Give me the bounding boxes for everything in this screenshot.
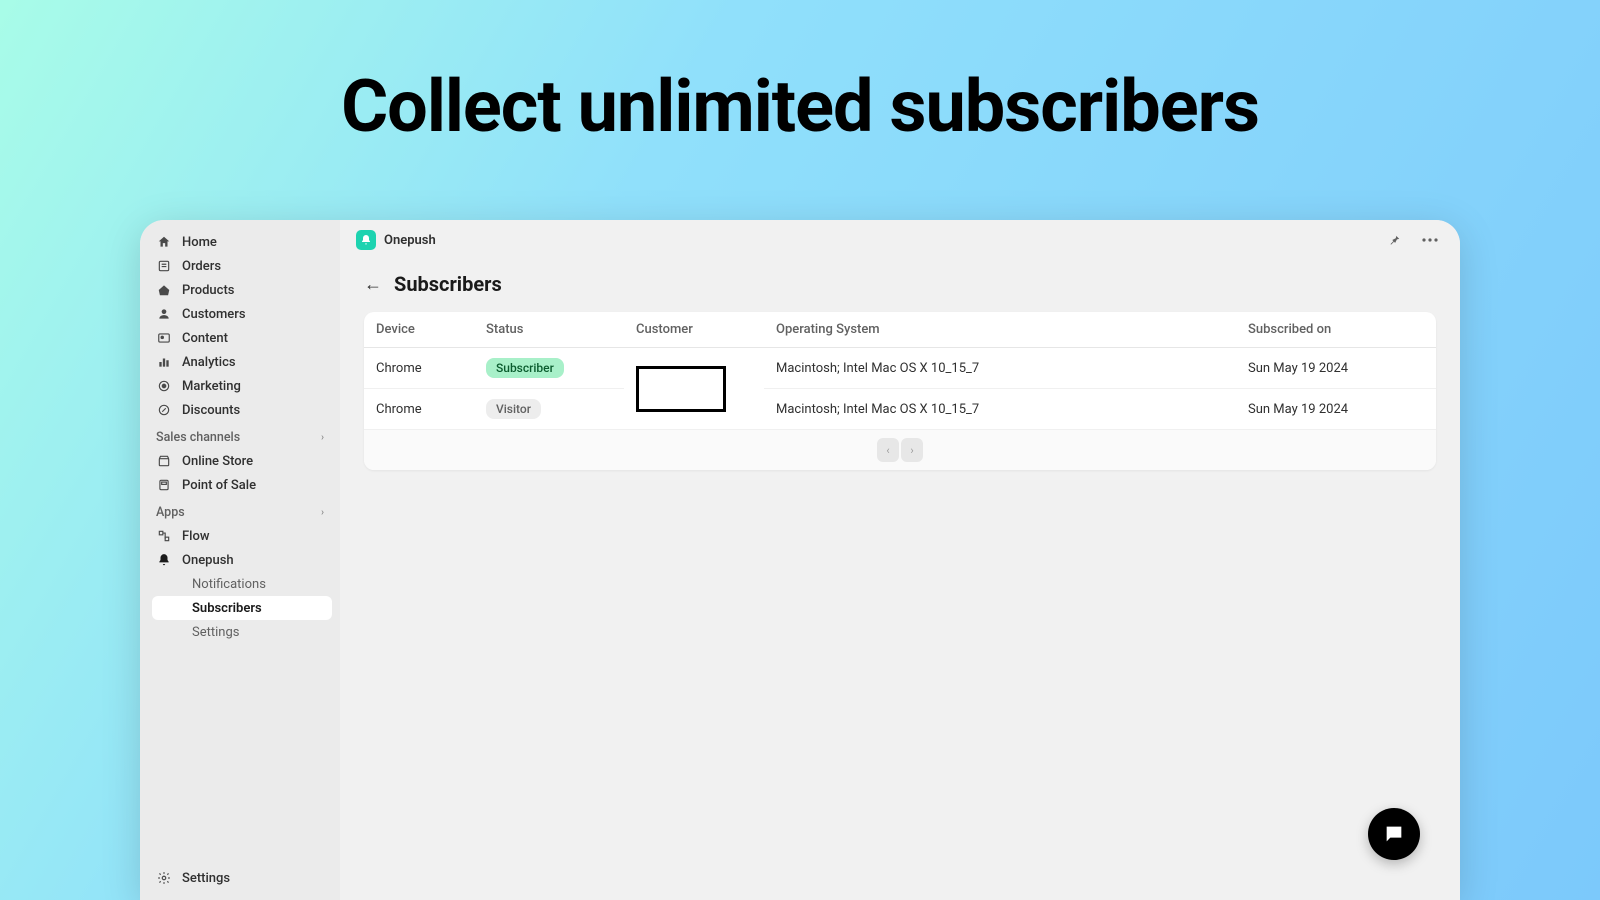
sidebar: Home Orders Products Customers Content A…: [140, 220, 340, 900]
subscribers-table: Device Status Customer Operating System …: [364, 312, 1436, 430]
col-status: Status: [474, 312, 624, 348]
col-os: Operating System: [764, 312, 1236, 348]
nav-pos[interactable]: Point of Sale: [140, 473, 340, 497]
page-header: ← Subscribers: [340, 260, 1460, 312]
dots-icon: [1422, 238, 1438, 242]
nav-label: Orders: [182, 259, 221, 274]
customers-icon: [156, 306, 172, 322]
nav-label: Analytics: [182, 355, 236, 370]
cell-device: Chrome: [364, 348, 474, 389]
nav-label: Discounts: [182, 403, 240, 418]
topbar: Onepush: [340, 220, 1460, 260]
nav-onepush[interactable]: Onepush: [140, 548, 340, 572]
next-page-button[interactable]: ›: [901, 438, 923, 462]
analytics-icon: [156, 354, 172, 370]
nav-label: Onepush: [182, 553, 234, 568]
back-button[interactable]: ←: [364, 274, 382, 295]
cell-status: Subscriber: [474, 348, 624, 389]
pin-icon: [1387, 233, 1401, 247]
main-panel: Onepush ← Subscribers Device Status: [340, 220, 1460, 900]
products-icon: [156, 282, 172, 298]
chat-fab[interactable]: [1368, 808, 1420, 860]
nav-orders[interactable]: Orders: [140, 254, 340, 278]
hero-title: Collect unlimited subscribers: [0, 0, 1600, 149]
nav-label: Home: [182, 235, 217, 250]
nav-products[interactable]: Products: [140, 278, 340, 302]
cell-subscribed: Sun May 19 2024: [1236, 348, 1436, 389]
prev-page-button[interactable]: ‹: [877, 438, 899, 462]
sub-subscribers[interactable]: Subscribers: [152, 596, 332, 620]
sub-settings[interactable]: Settings: [152, 620, 332, 644]
bell-icon: [156, 552, 172, 568]
cell-subscribed: Sun May 19 2024: [1236, 389, 1436, 430]
sales-channels-header[interactable]: Sales channels ›: [140, 422, 340, 449]
nav-label: Content: [182, 331, 228, 346]
chevron-right-icon: ›: [321, 507, 324, 518]
pos-icon: [156, 477, 172, 493]
cell-device: Chrome: [364, 389, 474, 430]
store-icon: [156, 453, 172, 469]
section-label: Apps: [156, 505, 185, 520]
cell-customer: [624, 348, 764, 430]
nav-label: Point of Sale: [182, 478, 256, 493]
home-icon: [156, 234, 172, 250]
nav-flow[interactable]: Flow: [140, 524, 340, 548]
subscribers-card: Device Status Customer Operating System …: [364, 312, 1436, 470]
cell-status: Visitor: [474, 389, 624, 430]
gear-icon: [156, 870, 172, 886]
pin-button[interactable]: [1380, 226, 1408, 254]
cell-os: Macintosh; Intel Mac OS X 10_15_7: [764, 389, 1236, 430]
nav-home[interactable]: Home: [140, 230, 340, 254]
status-badge: Visitor: [486, 399, 541, 419]
orders-icon: [156, 258, 172, 274]
page-title: Subscribers: [394, 272, 502, 296]
nav-label: Settings: [182, 871, 230, 886]
sidebar-footer: Settings: [140, 866, 340, 890]
nav-content[interactable]: Content: [140, 326, 340, 350]
discounts-icon: [156, 402, 172, 418]
chevron-right-icon: ›: [321, 432, 324, 443]
nav-label: Marketing: [182, 379, 241, 394]
nav-analytics[interactable]: Analytics: [140, 350, 340, 374]
nav-main: Home Orders Products Customers Content A…: [140, 230, 340, 422]
nav-marketing[interactable]: Marketing: [140, 374, 340, 398]
nav-label: Flow: [182, 529, 210, 544]
flow-icon: [156, 528, 172, 544]
app-window: Home Orders Products Customers Content A…: [140, 220, 1460, 900]
customer-redacted-box: [636, 366, 726, 412]
more-button[interactable]: [1416, 226, 1444, 254]
status-badge: Subscriber: [486, 358, 564, 378]
nav-label: Products: [182, 283, 234, 298]
app-name: Onepush: [384, 233, 436, 248]
cell-os: Macintosh; Intel Mac OS X 10_15_7: [764, 348, 1236, 389]
nav-online-store[interactable]: Online Store: [140, 449, 340, 473]
bell-icon: [360, 234, 372, 246]
table-row[interactable]: Chrome Visitor Macintosh; Intel Mac OS X…: [364, 389, 1436, 430]
marketing-icon: [156, 378, 172, 394]
apps-header[interactable]: Apps ›: [140, 497, 340, 524]
nav-label: Online Store: [182, 454, 253, 469]
nav-discounts[interactable]: Discounts: [140, 398, 340, 422]
col-device: Device: [364, 312, 474, 348]
table-row[interactable]: Chrome Subscriber Macintosh; Intel Mac O…: [364, 348, 1436, 389]
chat-icon: [1383, 823, 1405, 845]
nav-settings[interactable]: Settings: [140, 866, 340, 890]
app-badge: [356, 230, 376, 250]
nav-customers[interactable]: Customers: [140, 302, 340, 326]
nav-label: Customers: [182, 307, 246, 322]
col-customer: Customer: [624, 312, 764, 348]
sub-notifications[interactable]: Notifications: [152, 572, 332, 596]
col-subscribed: Subscribed on: [1236, 312, 1436, 348]
section-label: Sales channels: [156, 430, 240, 445]
content-icon: [156, 330, 172, 346]
pagination: ‹ ›: [364, 430, 1436, 470]
